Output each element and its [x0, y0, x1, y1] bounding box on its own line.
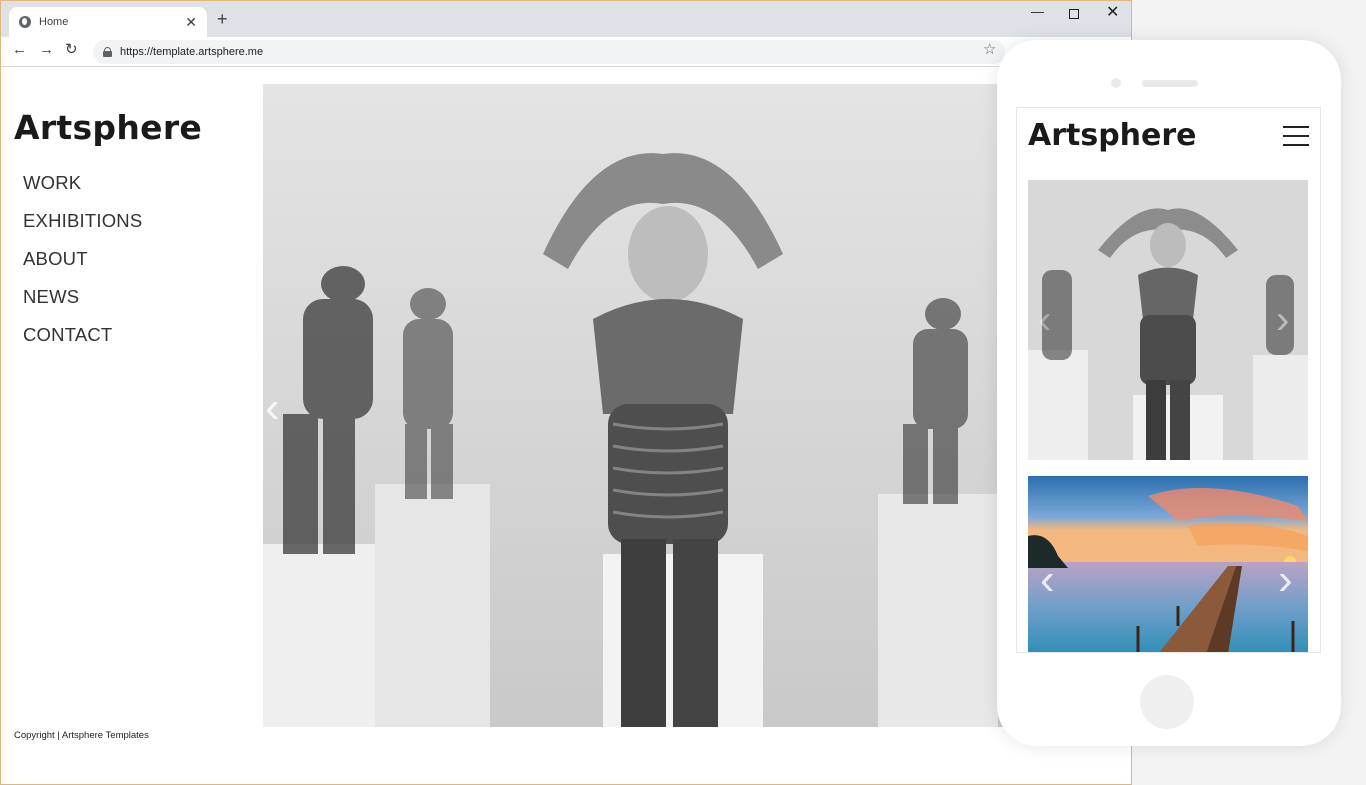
mobile-slider1-prev-arrow-icon[interactable]: ‹	[1038, 300, 1051, 340]
address-bar[interactable]: https://template.artsphere.me	[93, 40, 1005, 64]
browser-titlebar: Home ✕ + — ✕	[1, 1, 1131, 37]
browser-window: Home ✕ + — ✕ ← → ↻ https://template.arts…	[0, 0, 1132, 785]
mobile-slider-lake[interactable]: ‹ ›	[1028, 476, 1308, 652]
hero-slider[interactable]: ‹	[263, 84, 1023, 727]
mobile-screen: Artsphere ‹ › ‹ ›	[1016, 107, 1321, 653]
new-tab-button[interactable]: +	[217, 10, 228, 28]
copyright-text: Copyright | Artsphere Templates	[14, 730, 149, 741]
forward-arrow-icon[interactable]: →	[39, 42, 54, 57]
mobile-sculpture-image	[1028, 180, 1308, 460]
globe-icon	[19, 16, 31, 28]
url-text[interactable]: https://template.artsphere.me	[120, 46, 263, 58]
mobile-slider2-next-arrow-icon[interactable]: ›	[1278, 558, 1293, 602]
minimize-window-icon[interactable]: —	[1031, 5, 1044, 18]
menu-item-news[interactable]: NEWS	[23, 286, 142, 324]
mobile-slider1-next-arrow-icon[interactable]: ›	[1276, 300, 1289, 340]
site-logo[interactable]: Artsphere	[14, 108, 202, 147]
phone-speaker	[1142, 80, 1198, 87]
close-window-icon[interactable]: ✕	[1106, 5, 1119, 21]
hero-prev-arrow-icon[interactable]: ‹	[265, 386, 280, 430]
close-tab-icon[interactable]: ✕	[185, 15, 197, 29]
browser-toolbar: ← → ↻ https://template.artsphere.me ☆	[1, 37, 1131, 67]
phone-mockup: Artsphere ‹ › ‹ ›	[997, 40, 1341, 746]
reload-icon[interactable]: ↻	[65, 42, 78, 57]
menu-item-exhibitions[interactable]: EXHIBITIONS	[23, 210, 142, 248]
tab-title: Home	[39, 16, 69, 28]
maximize-window-icon[interactable]	[1069, 9, 1079, 19]
menu-item-work[interactable]: WORK	[23, 172, 142, 210]
desktop-page: Artsphere WORK EXHIBITIONS ABOUT NEWS CO…	[1, 68, 1131, 784]
phone-camera	[1111, 78, 1121, 88]
mobile-slider2-prev-arrow-icon[interactable]: ‹	[1040, 558, 1055, 602]
mobile-slider-sculpture[interactable]: ‹ ›	[1028, 180, 1308, 460]
phone-home-button	[1140, 675, 1194, 729]
hero-sculpture-image	[263, 84, 1023, 727]
menu-item-contact[interactable]: CONTACT	[23, 324, 142, 362]
hamburger-icon[interactable]	[1283, 126, 1309, 147]
mobile-lake-image	[1028, 476, 1308, 652]
menu-item-about[interactable]: ABOUT	[23, 248, 142, 286]
browser-tab[interactable]: Home ✕	[9, 7, 207, 37]
bookmark-star-icon[interactable]: ☆	[983, 42, 996, 57]
back-arrow-icon[interactable]: ←	[12, 42, 27, 57]
main-menu: WORK EXHIBITIONS ABOUT NEWS CONTACT	[23, 172, 142, 362]
lock-icon[interactable]	[103, 47, 112, 57]
mobile-site-logo[interactable]: Artsphere	[1028, 118, 1197, 153]
